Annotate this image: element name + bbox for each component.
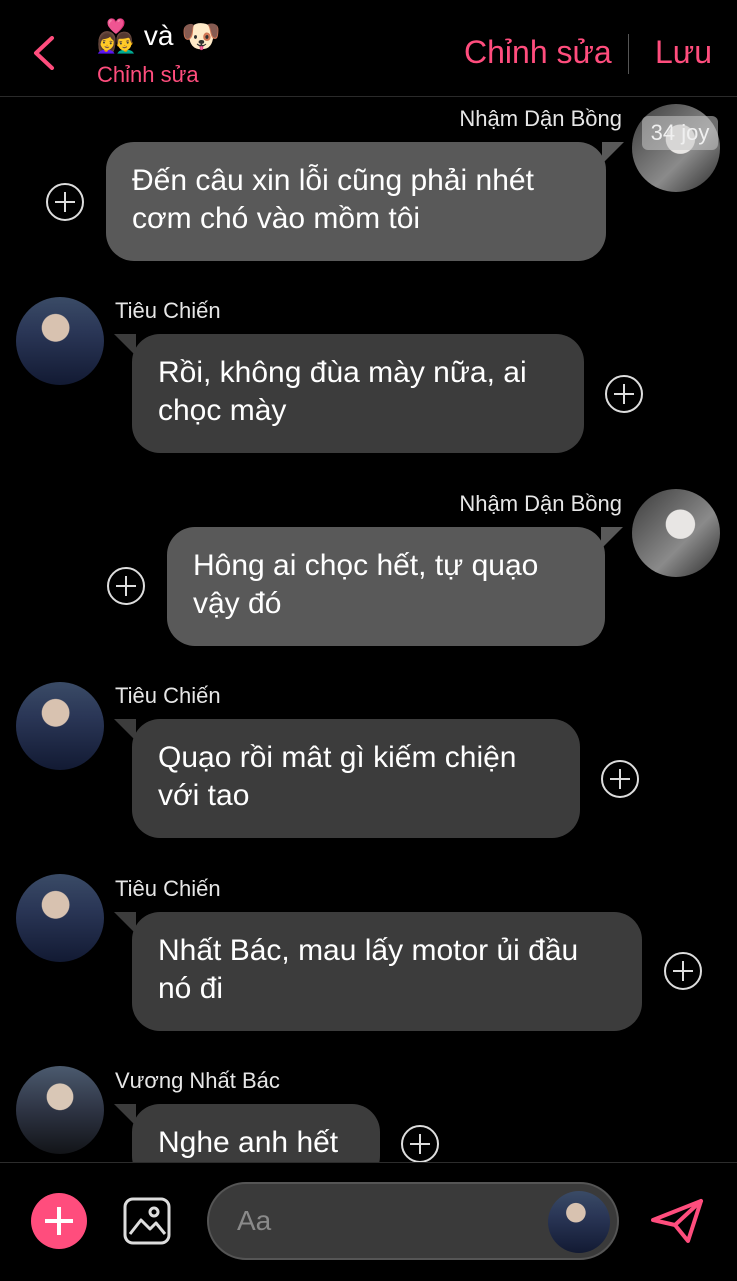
chat-title[interactable]: 👩‍❤️‍👨 và 🐶	[96, 14, 221, 58]
message-text-line: Rồi, không đùa mày nữa, ai	[158, 356, 527, 389]
message-bubble[interactable]: Hông ai chọc hết, tự quạo vậy đó	[167, 527, 623, 646]
sender-name: Vương Nhất Bác	[115, 1068, 280, 1093]
message-input-placeholder: Aa	[237, 1205, 272, 1236]
add-reaction-icon[interactable]	[601, 760, 639, 798]
add-reaction-icon[interactable]	[605, 375, 643, 413]
edit-button[interactable]: Chỉnh sửa	[464, 34, 612, 71]
add-reaction-icon[interactable]	[664, 952, 702, 990]
message-text-line: vậy đó	[193, 587, 282, 620]
message-text-line: cơm chó vào mồm tôi	[132, 202, 421, 235]
message-text-line: với tao	[158, 779, 250, 812]
message-text-line: Hông ai chọc hết, tự quạo	[193, 549, 539, 582]
message-text-line: Đến câu xin lỗi cũng phải nhét	[132, 164, 534, 197]
watermark-badge: 34 joy	[642, 116, 718, 150]
message-bubble[interactable]: Quạo rồi mât gì kiếm chiện với tao	[114, 719, 580, 838]
add-reaction-icon[interactable]	[401, 1125, 439, 1163]
chat-subtitle[interactable]: Chỉnh sửa	[97, 62, 199, 88]
couple-emoji: 👩‍❤️‍👨	[96, 18, 136, 54]
avatar[interactable]	[16, 682, 104, 770]
sender-name: Tiêu Chiến	[115, 298, 221, 323]
add-reaction-icon[interactable]	[107, 567, 145, 605]
sender-name: Tiêu Chiến	[115, 876, 221, 901]
avatar[interactable]	[16, 1066, 104, 1154]
title-conjunction: và	[143, 20, 174, 51]
avatar[interactable]	[632, 489, 720, 577]
save-button[interactable]: Lưu	[655, 34, 712, 71]
avatar[interactable]	[16, 874, 104, 962]
sender-name: Nhậm Dận Bồng	[459, 491, 622, 516]
message-text-line: Quạo rồi mât gì kiếm chiện	[158, 741, 517, 774]
sender-name: Tiêu Chiến	[115, 683, 221, 708]
message-bubble[interactable]: Nhất Bác, mau lấy motor ủi đầu nó đi	[114, 912, 642, 1031]
header-divider	[628, 34, 629, 74]
back-chevron-icon[interactable]	[30, 36, 58, 70]
add-reaction-icon[interactable]	[46, 183, 84, 221]
message-text-line: nó đi	[158, 972, 224, 1005]
add-button[interactable]	[31, 1193, 87, 1249]
image-icon[interactable]	[122, 1196, 172, 1246]
dog-emoji: 🐶	[181, 18, 222, 54]
send-icon[interactable]	[650, 1198, 704, 1244]
avatar[interactable]	[16, 297, 104, 385]
avatar[interactable]	[548, 1191, 610, 1253]
sender-name: Nhậm Dận Bồng	[459, 106, 622, 131]
message-text-line: chọc mày	[158, 394, 287, 427]
message-bubble[interactable]: Rồi, không đùa mày nữa, ai chọc mày	[114, 334, 584, 453]
message-text-line: Nghe anh hết	[158, 1126, 339, 1159]
message-bubble[interactable]: Đến câu xin lỗi cũng phải nhét cơm chó v…	[106, 142, 624, 261]
message-text-line: Nhất Bác, mau lấy motor ủi đầu	[158, 934, 579, 967]
